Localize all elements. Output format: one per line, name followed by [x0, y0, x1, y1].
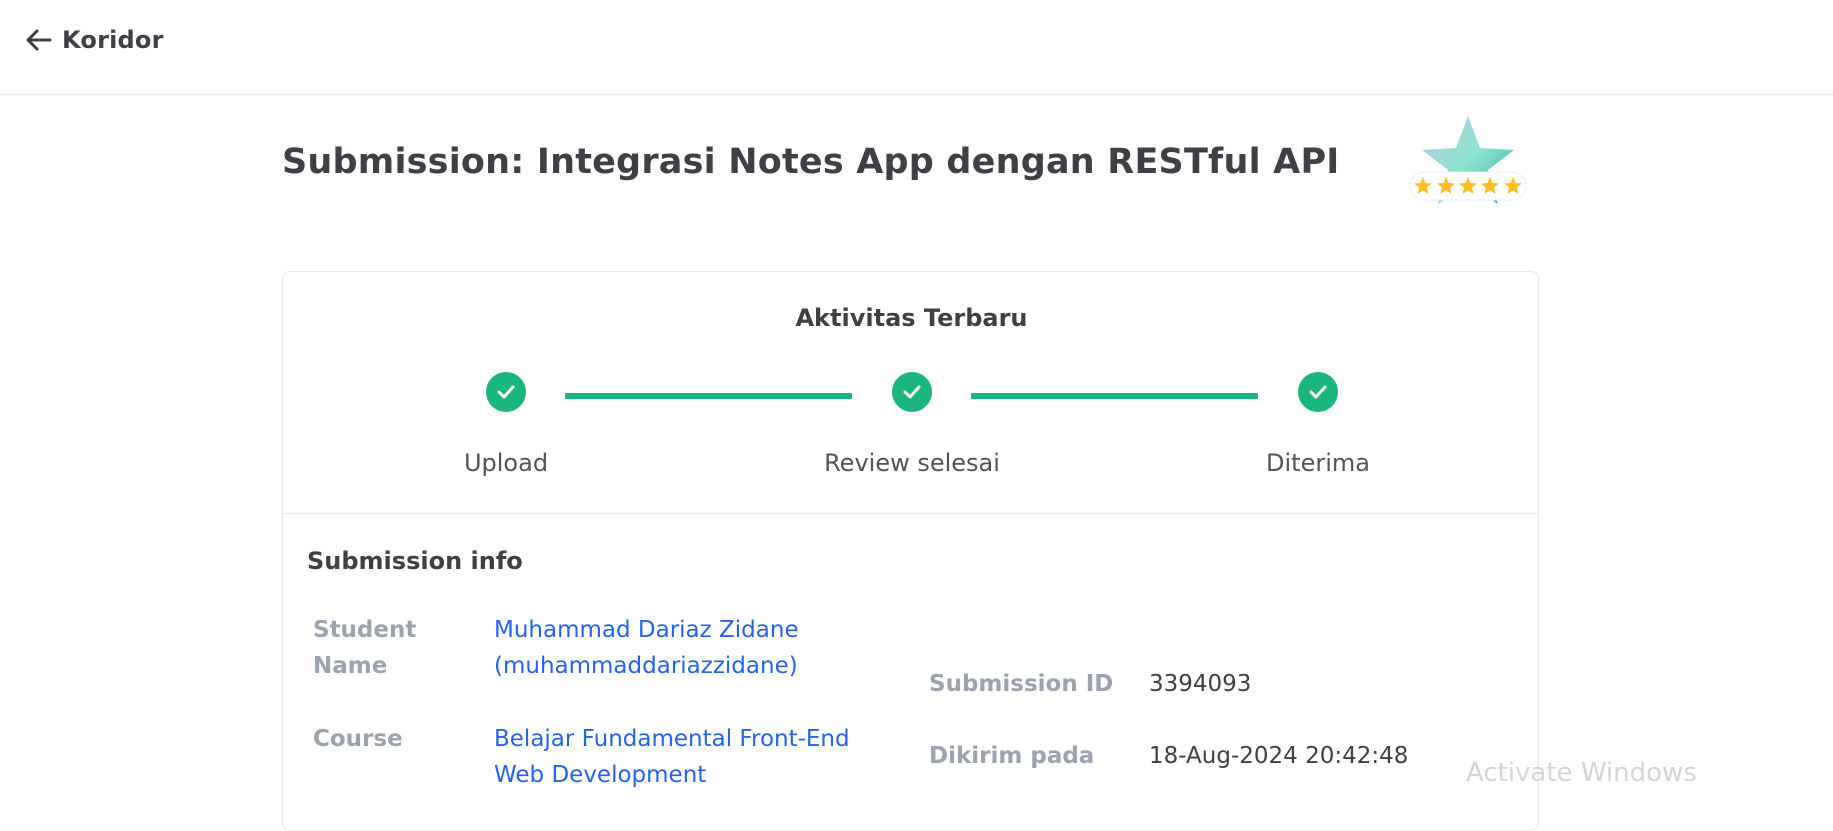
course-link-line-1[interactable]: Belajar Fundamental Front-End — [494, 721, 850, 757]
sent-at-value: 18-Aug-2024 20:42:48 — [1149, 743, 1409, 769]
activity-title: Aktivitas Terbaru — [795, 304, 1028, 332]
os-activation-watermark: Activate Windows — [1466, 758, 1697, 788]
step-connector-1 — [565, 393, 852, 399]
step-review-label: Review selesai — [824, 449, 1000, 477]
sent-at-label: Dikirim pada — [929, 743, 1095, 769]
page-title: Submission: Integrasi Notes App dengan R… — [282, 142, 1340, 182]
student-name-label-line-1: Student — [313, 617, 417, 643]
submission-info-title: Submission info — [307, 547, 523, 575]
student-name-link[interactable]: Muhammad Dariaz Zidane — [494, 612, 799, 648]
submission-id-label: Submission ID — [929, 671, 1114, 697]
arrow-left-icon — [26, 29, 52, 51]
student-name-label-line-2: Name — [313, 653, 388, 679]
step-upload-check-icon — [486, 372, 526, 412]
section-divider — [283, 513, 1538, 514]
star-badge-icon — [1409, 116, 1527, 204]
student-username-link[interactable]: (muhammaddariazzidane) — [494, 648, 798, 684]
step-review-check-icon — [892, 372, 932, 412]
course-link-line-2[interactable]: Web Development — [494, 757, 706, 793]
rating-badge — [1404, 112, 1532, 212]
step-upload-label: Upload — [463, 449, 549, 477]
submission-card: Aktivitas Terbaru Upload Review selesai … — [282, 271, 1539, 831]
top-bar: Koridor — [0, 0, 1833, 95]
back-label: Koridor — [62, 26, 164, 54]
step-connector-2 — [971, 393, 1258, 399]
step-accepted-label: Diterima — [1266, 449, 1370, 477]
back-link[interactable]: Koridor — [26, 26, 164, 54]
step-accepted-check-icon — [1298, 372, 1338, 412]
submission-id-value: 3394093 — [1149, 671, 1252, 697]
course-label: Course — [313, 726, 403, 752]
